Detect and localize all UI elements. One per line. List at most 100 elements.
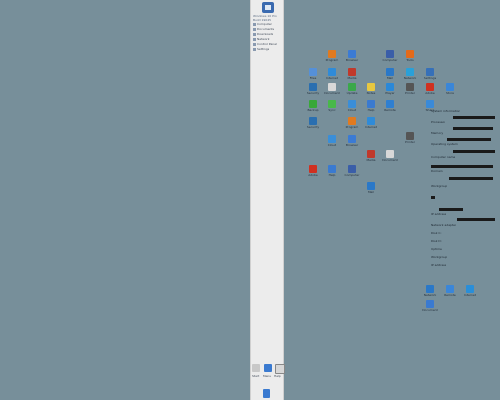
lower-blue4-icon <box>426 300 434 308</box>
desktop-icon[interactable]: Browser <box>341 50 363 68</box>
info-bar <box>453 127 493 130</box>
desktop-icon-label: Document <box>324 92 340 95</box>
sidebar-item-label: Network <box>257 37 270 41</box>
desktop-icon-label: Network <box>403 77 417 80</box>
app-globe-icon <box>328 68 336 76</box>
app-blue2-icon <box>367 182 375 190</box>
info-line: IP address <box>431 264 447 267</box>
item-icon <box>253 37 256 41</box>
sidebar-item[interactable]: Control Panel <box>253 42 283 46</box>
desktop-icon[interactable]: Player <box>379 83 401 101</box>
sidebar-item[interactable]: Documents <box>253 27 283 31</box>
item-icon <box>253 32 256 36</box>
app-blue6-icon <box>367 100 375 108</box>
lower-blue3-icon <box>466 285 474 293</box>
desktop-icon-label: Browser <box>345 59 359 62</box>
desktop-icon[interactable]: Computer <box>379 50 401 68</box>
desktop-icon[interactable]: Program <box>321 50 343 68</box>
app-blue4-icon <box>446 83 454 91</box>
desktop-icon-label: Security <box>306 126 320 129</box>
help-icon[interactable] <box>275 364 285 374</box>
sidebar-item[interactable]: Downloads <box>253 32 283 36</box>
desktop-icon[interactable]: Printer <box>399 83 421 101</box>
desktop-icon-label: Document <box>422 309 438 312</box>
sidebar-item[interactable]: Computer <box>253 22 283 26</box>
app-blue7-icon <box>386 100 394 108</box>
app-blue8-icon <box>426 100 434 108</box>
desktop-icon-label: Mail <box>367 191 375 194</box>
app-computer-icon <box>348 165 356 173</box>
desktop-icon[interactable]: Internet <box>360 117 382 135</box>
app-blue5-icon <box>348 100 356 108</box>
app-blue2-icon <box>386 68 394 76</box>
desktop-icon-label: Mail <box>386 77 394 80</box>
info-line: Workgroup <box>431 185 448 188</box>
desktop-icon[interactable]: Adobe <box>419 83 441 101</box>
desktop-icon[interactable]: Document <box>419 300 441 318</box>
sidebar-item[interactable]: Network <box>253 37 283 41</box>
app-blue-icon <box>348 135 356 143</box>
desktop-icon[interactable]: Computer <box>341 165 363 183</box>
item-icon <box>253 42 256 46</box>
desktop-icon-label: Adobe <box>425 92 435 95</box>
desktop-icon-label: Network <box>423 294 437 297</box>
app-blue3-icon <box>386 83 394 91</box>
sidebar-bottom: Start Menu Help <box>251 364 285 382</box>
desktop-icon-label: Internet <box>326 77 338 80</box>
desktop-icon[interactable]: Store <box>439 83 461 101</box>
app-blue6-icon <box>328 165 336 173</box>
desktop-icon[interactable]: Security <box>302 117 324 135</box>
start-icon[interactable] <box>252 364 260 372</box>
logo-icon[interactable] <box>262 2 274 13</box>
desktop-icon[interactable]: Help <box>321 165 343 183</box>
info-bar <box>431 165 493 168</box>
item-icon <box>253 22 256 26</box>
sidebar-list: Computer Documents Downloads Network Con… <box>253 22 283 52</box>
info-line: Processor <box>431 121 446 124</box>
desktop-icon[interactable]: Tools <box>399 50 421 68</box>
menu-icon[interactable] <box>264 364 272 372</box>
app-shield-icon <box>309 117 317 125</box>
desktop-icon[interactable]: Mail <box>360 182 382 200</box>
info-line: Network adapter <box>431 224 457 227</box>
desktop-icon-label: Settings <box>423 77 437 80</box>
info-line: Operating system <box>431 143 458 146</box>
desktop-icon[interactable]: Remote <box>439 285 461 303</box>
desktop-icon[interactable]: Printer <box>399 132 421 150</box>
desktop-icon[interactable]: Cloud <box>321 135 343 153</box>
app-computer-icon <box>386 50 394 58</box>
desktop-icon-label: Program <box>325 59 339 62</box>
desktop-icon[interactable]: Document <box>379 150 401 168</box>
app-globe-icon <box>367 117 375 125</box>
desktop-icon[interactable]: Document <box>321 83 343 101</box>
start-label: Start <box>252 374 260 378</box>
info-line: IP address <box>431 213 447 216</box>
desktop-icon[interactable]: Share <box>419 100 441 118</box>
info-line: Memory <box>431 132 444 135</box>
sidebar-item-label: Downloads <box>257 32 274 36</box>
info-line: Workgroup <box>431 256 448 259</box>
help-label: Help <box>274 374 281 378</box>
info-line: Domain <box>431 170 443 173</box>
desktop-icon-label: Computer <box>382 59 398 62</box>
app-red-icon <box>348 68 356 76</box>
info-line: Disk C: <box>431 232 442 235</box>
desktop-icon[interactable]: Internet <box>459 285 481 303</box>
footer-app-icon[interactable] <box>263 389 270 398</box>
app-note-icon <box>367 83 375 91</box>
desktop-icon[interactable]: Remote <box>379 100 401 118</box>
desktop-icon-label: Remote <box>444 294 456 297</box>
info-line: Computer name <box>431 156 456 159</box>
sidebar-item[interactable]: Settings <box>253 47 283 51</box>
info-bar <box>447 138 491 141</box>
app-red2-icon <box>426 83 434 91</box>
desktop-icon-label: Internet <box>365 126 377 129</box>
left-panel: Windows 10 Pro Build 19045 Computer Docu… <box>250 0 285 400</box>
app-shield-icon <box>309 83 317 91</box>
app-folder-icon <box>309 68 317 76</box>
desktop-icon[interactable]: Sync <box>321 100 343 118</box>
desktop-icon-label: Media <box>347 77 357 80</box>
desktop-icon-label: Remote <box>384 109 396 112</box>
app-cyan-icon <box>406 68 414 76</box>
lower-blue2-icon <box>446 285 454 293</box>
